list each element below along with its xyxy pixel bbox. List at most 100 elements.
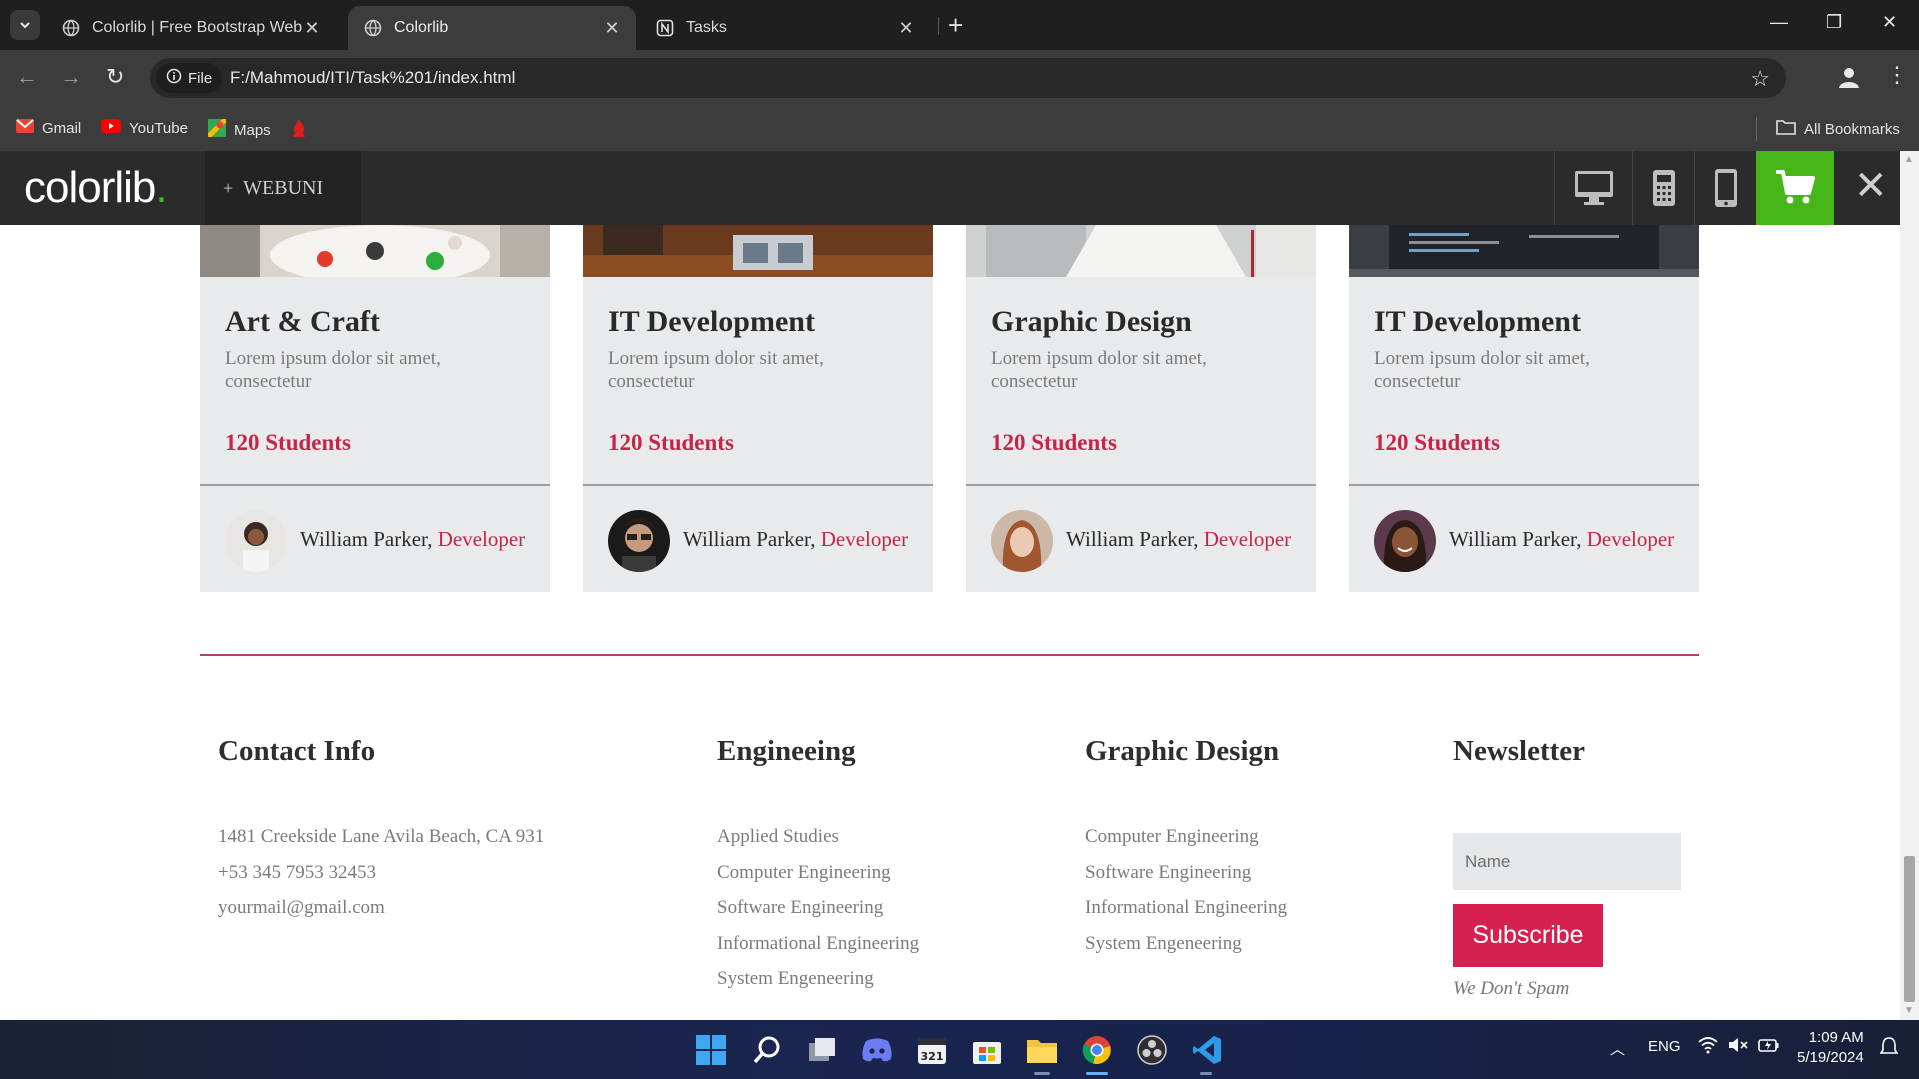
scrollbar-thumb[interactable] [1904, 856, 1915, 1002]
all-bookmarks[interactable]: All Bookmarks [1776, 119, 1900, 139]
page-scrollbar[interactable]: ▲ ▼ [1900, 151, 1919, 1020]
footer-heading: Graphic Design [1085, 735, 1280, 767]
course-card[interactable]: IT Development Lorem ipsum dolor sit ame… [1349, 225, 1699, 592]
tab-colorlib-free-bootstrap[interactable]: Colorlib | Free Bootstrap Websit ✕ [46, 6, 336, 50]
clock-date: 5/19/2024 [1797, 1049, 1864, 1066]
footer-heading: Contact Info [218, 735, 376, 767]
colorlib-logo[interactable]: colorlib. [24, 163, 168, 213]
bookmark-star-icon[interactable]: ☆ [1750, 66, 1770, 92]
browser-tab-bar: Colorlib | Free Bootstrap Websit ✕ Color… [0, 0, 1919, 50]
tab-tasks[interactable]: Tasks ✕ [640, 6, 930, 50]
students-count: 120 Students [225, 430, 351, 455]
address-bar[interactable]: File F:/Mahmoud/ITI/Task%201/index.html … [150, 58, 1786, 98]
bookmark-label: Gmail [42, 119, 82, 137]
footer-link[interactable]: System Engeneering [717, 968, 919, 1004]
author-name: William Parker, [300, 527, 433, 551]
mobile-view-button[interactable] [1694, 151, 1756, 225]
course-card[interactable]: Art & Craft Lorem ipsum dolor sit amet, … [200, 225, 550, 592]
running-indicator [1034, 1072, 1050, 1075]
course-title[interactable]: IT Development [608, 305, 815, 339]
reload-icon[interactable]: ↻ [106, 66, 124, 88]
course-title[interactable]: IT Development [1374, 305, 1581, 339]
desktop-view-button[interactable] [1554, 151, 1632, 225]
footer-link[interactable]: Computer Engineering [717, 862, 919, 898]
new-tab-plus-icon[interactable]: + [948, 12, 963, 38]
search-icon[interactable] [751, 1034, 783, 1066]
obs-icon[interactable] [1136, 1034, 1168, 1066]
notion-icon [656, 19, 674, 37]
footer-link[interactable]: System Engeneering [1085, 933, 1287, 969]
course-card[interactable]: Graphic Design Lorem ipsum dolor sit ame… [966, 225, 1316, 592]
system-clock[interactable]: 1:09 AM 5/19/2024 [1797, 1028, 1864, 1068]
notifications-icon[interactable] [1879, 1036, 1899, 1060]
window-close-icon[interactable]: ✕ [1882, 12, 1897, 33]
task-view-icon[interactable] [806, 1034, 838, 1066]
bookmark-maps[interactable]: Maps [206, 117, 271, 141]
tablet-view-button[interactable] [1632, 151, 1694, 225]
wifi-icon[interactable] [1698, 1036, 1718, 1058]
tab-separator [938, 17, 939, 35]
footer-link[interactable]: Software Engineering [1085, 862, 1287, 898]
scroll-up-arrow-icon[interactable]: ▲ [1904, 154, 1914, 165]
plus-icon: + [223, 177, 234, 198]
bookmark-unnamed[interactable] [292, 119, 306, 141]
course-image-graphic [966, 225, 1316, 277]
author-name: William Parker, [683, 527, 816, 551]
menu-kebab-icon[interactable]: ⋮ [1886, 62, 1908, 88]
site-info-chip[interactable]: File [156, 63, 223, 93]
running-indicator [1200, 1072, 1212, 1075]
course-description: Lorem ipsum dolor sit amet, consectetur [225, 348, 441, 392]
footer-link[interactable]: Software Engineering [717, 897, 919, 933]
course-description: Lorem ipsum dolor sit amet, consectetur [991, 348, 1207, 392]
clock-time: 1:09 AM [1808, 1029, 1864, 1046]
footer-link[interactable]: Informational Engineering [1085, 897, 1287, 933]
subscribe-button[interactable]: Subscribe [1453, 904, 1603, 967]
speaker-muted-icon[interactable] [1728, 1036, 1748, 1058]
restore-icon[interactable]: ❐ [1826, 12, 1842, 33]
bookmark-gmail[interactable]: Gmail [16, 119, 81, 137]
close-preview-icon[interactable]: ✕ [1854, 163, 1888, 209]
file-explorer-icon[interactable] [1026, 1034, 1058, 1066]
tab-title: Tasks [686, 19, 727, 36]
show-hidden-icons-chevron-icon[interactable]: ︿ [1610, 1038, 1625, 1059]
calendar-app-icon[interactable]: 321 [916, 1034, 948, 1066]
battery-charging-icon[interactable] [1758, 1036, 1780, 1058]
newsletter-name-input[interactable] [1453, 833, 1681, 890]
contact-phone[interactable]: +53 345 7953 32453 [218, 862, 544, 898]
author-role: Developer [437, 527, 526, 551]
profile-icon[interactable] [1836, 64, 1862, 90]
tab-search-button[interactable] [10, 10, 40, 40]
card-divider [583, 484, 933, 486]
forward-arrow-icon[interactable]: → [60, 66, 82, 88]
active-indicator [1086, 1072, 1108, 1075]
chrome-icon[interactable] [1081, 1034, 1113, 1066]
language-indicator[interactable]: ENG [1648, 1038, 1681, 1055]
close-tab-icon[interactable]: ✕ [302, 18, 322, 39]
course-card[interactable]: IT Development Lorem ipsum dolor sit ame… [583, 225, 933, 592]
back-arrow-icon[interactable]: ← [16, 66, 38, 88]
card-divider [1349, 484, 1699, 486]
close-tab-icon[interactable]: ✕ [896, 18, 916, 39]
close-tab-icon[interactable]: ✕ [602, 18, 622, 39]
logo-text: colorlib [24, 163, 156, 212]
url-text[interactable]: F:/Mahmoud/ITI/Task%201/index.html [230, 68, 515, 88]
discord-icon[interactable] [861, 1034, 893, 1066]
tab-colorlib[interactable]: Colorlib ✕ [348, 6, 636, 50]
contact-email[interactable]: yourmail@gmail.com [218, 897, 544, 933]
course-title[interactable]: Graphic Design [991, 305, 1192, 339]
windows-start-icon[interactable] [695, 1034, 727, 1066]
bookmark-youtube[interactable]: YouTube [101, 119, 188, 137]
info-icon [166, 68, 182, 88]
footer-link[interactable]: Computer Engineering [1085, 826, 1287, 862]
footer-link[interactable]: Informational Engineering [717, 933, 919, 969]
bookmark-label: Maps [234, 121, 271, 139]
course-title[interactable]: Art & Craft [225, 305, 380, 339]
footer-link[interactable]: Applied Studies [717, 826, 919, 862]
vscode-icon[interactable] [1191, 1034, 1223, 1066]
scroll-down-arrow-icon[interactable]: ▼ [1904, 1005, 1914, 1016]
colorlib-preview-bar: colorlib. + WEBUNI ✕ [0, 151, 1919, 225]
buy-cart-button[interactable] [1756, 151, 1834, 225]
microsoft-store-icon[interactable] [971, 1034, 1003, 1066]
theme-selector[interactable]: + WEBUNI [205, 151, 361, 225]
minimize-icon[interactable]: — [1770, 12, 1788, 33]
